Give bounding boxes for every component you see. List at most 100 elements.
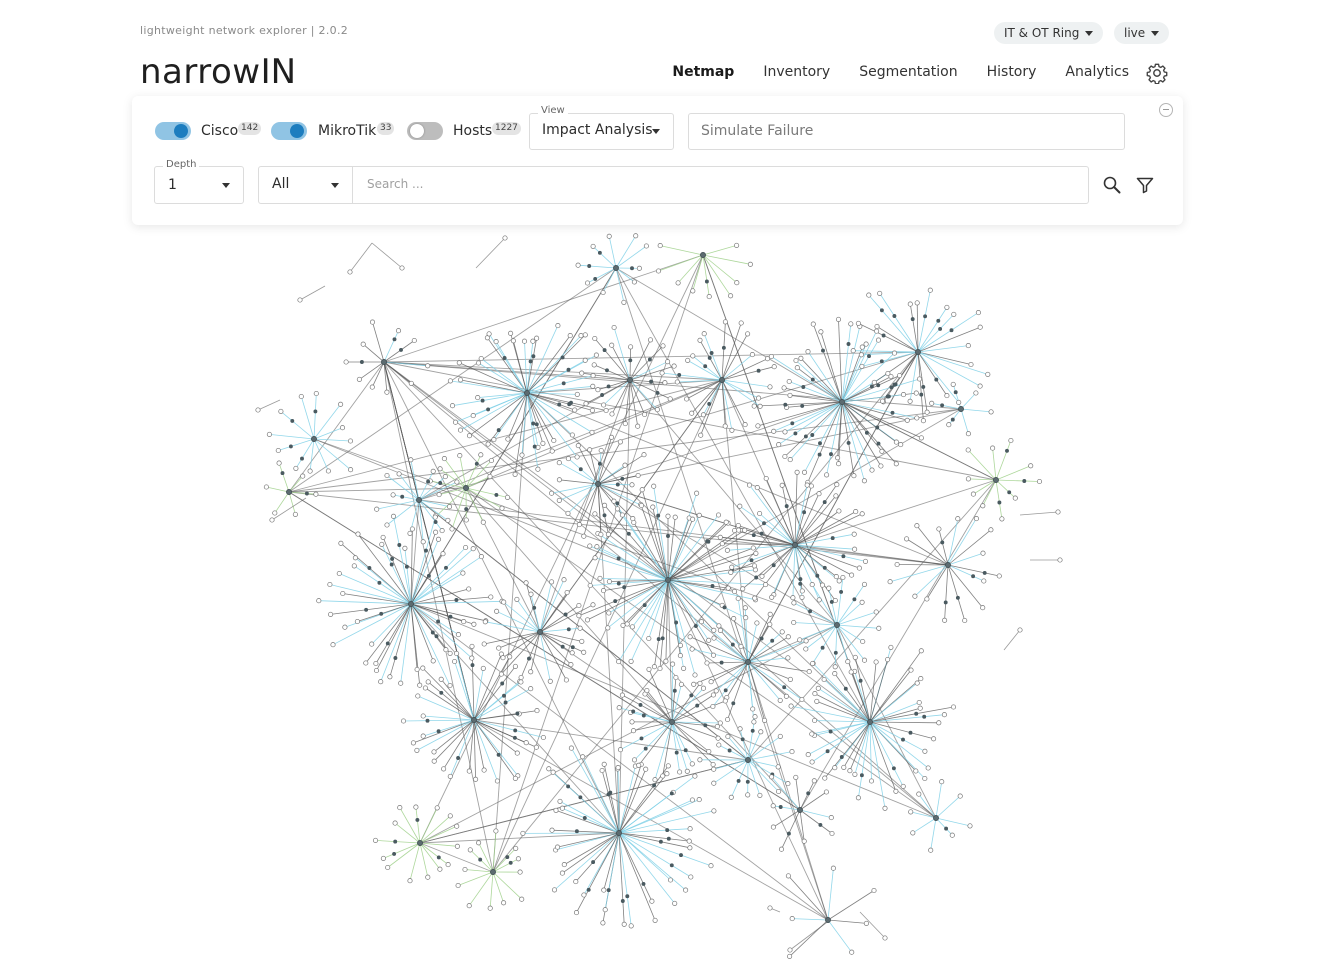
graph-node[interactable] — [967, 823, 973, 829]
graph-node[interactable] — [374, 506, 380, 512]
graph-node[interactable] — [591, 860, 596, 865]
graph-node[interactable] — [313, 409, 318, 414]
graph-node[interactable] — [621, 921, 627, 927]
graph-node[interactable] — [400, 494, 405, 499]
graph-node[interactable] — [853, 509, 859, 515]
graph-node[interactable] — [729, 427, 735, 433]
graph-node[interactable] — [620, 476, 625, 481]
graph-node[interactable] — [441, 766, 447, 772]
graph-node[interactable] — [787, 947, 793, 953]
graph-node[interactable] — [597, 250, 602, 255]
graph-node[interactable] — [448, 614, 453, 619]
graph-node[interactable] — [263, 484, 269, 490]
graph-node[interactable] — [593, 276, 598, 281]
graph-node[interactable] — [869, 467, 875, 473]
graph-node[interactable] — [630, 728, 637, 734]
graph-node[interactable] — [783, 693, 789, 699]
graph-node[interactable] — [517, 678, 523, 685]
graph-node[interactable] — [493, 339, 499, 345]
graph-node[interactable] — [683, 887, 689, 893]
graph-node[interactable] — [695, 703, 700, 708]
graph-node[interactable] — [577, 625, 583, 631]
graph-node[interactable] — [849, 949, 855, 955]
graph-node[interactable] — [731, 588, 738, 595]
graph-node[interactable] — [876, 383, 881, 388]
graph-node[interactable] — [583, 401, 589, 407]
graph-node[interactable] — [951, 311, 957, 317]
graph-node[interactable] — [550, 769, 556, 775]
graph-node[interactable] — [814, 698, 820, 704]
graph-node[interactable] — [369, 384, 375, 390]
graph-node[interactable] — [819, 582, 826, 588]
graph-node[interactable] — [848, 669, 854, 675]
graph-node[interactable] — [757, 510, 763, 517]
graph-node[interactable] — [272, 510, 278, 516]
graph-node[interactable] — [793, 774, 799, 780]
graph-node[interactable] — [698, 619, 705, 625]
graph-node[interactable] — [997, 500, 1002, 505]
graph-node[interactable] — [455, 632, 461, 638]
graph-node[interactable] — [638, 761, 644, 768]
graph-node[interactable] — [444, 565, 448, 570]
graph-node[interactable] — [786, 378, 792, 385]
graph-node[interactable] — [743, 615, 749, 621]
graph-node[interactable] — [408, 601, 414, 607]
graph-node[interactable] — [457, 453, 463, 459]
mode-selector[interactable]: live — [1114, 22, 1170, 44]
graph-node[interactable] — [441, 456, 447, 462]
graph-node[interactable] — [343, 359, 349, 365]
graph-node[interactable] — [487, 473, 493, 480]
graph-node[interactable] — [852, 597, 857, 602]
graph-node[interactable] — [348, 467, 354, 473]
graph-node[interactable] — [594, 544, 600, 550]
graph-node[interactable] — [524, 390, 530, 396]
graph-node[interactable] — [313, 491, 319, 497]
graph-node[interactable] — [665, 763, 671, 769]
graph-node[interactable] — [787, 392, 793, 398]
graph-node[interactable] — [513, 728, 518, 733]
graph-node[interactable] — [573, 910, 580, 916]
graph-node[interactable] — [910, 317, 915, 322]
graph-node[interactable] — [378, 679, 384, 685]
nav-history[interactable]: History — [987, 64, 1037, 80]
graph-node[interactable] — [439, 528, 445, 534]
graph-node[interactable] — [891, 350, 898, 356]
graph-node[interactable] — [638, 502, 645, 509]
graph-node[interactable] — [778, 846, 785, 852]
graph-node[interactable] — [500, 681, 505, 686]
graph-node[interactable] — [876, 441, 881, 446]
graph-node[interactable] — [617, 747, 624, 753]
graph-node[interactable] — [834, 482, 840, 488]
graph-node[interactable] — [393, 839, 398, 844]
nav-netmap[interactable]: Netmap — [672, 64, 734, 80]
graph-node[interactable] — [692, 773, 698, 779]
graph-node[interactable] — [425, 874, 431, 880]
graph-node[interactable] — [878, 463, 884, 469]
graph-node[interactable] — [589, 429, 595, 435]
graph-node[interactable] — [717, 534, 723, 540]
graph-node[interactable] — [535, 466, 541, 472]
graph-node[interactable] — [716, 742, 722, 748]
graph-node[interactable] — [980, 550, 986, 556]
graph-node[interactable] — [590, 602, 596, 608]
graph-node[interactable] — [628, 923, 634, 929]
graph-node[interactable] — [643, 766, 649, 772]
graph-node[interactable] — [925, 765, 931, 771]
graph-node[interactable] — [855, 795, 861, 801]
graph-node[interactable] — [767, 384, 773, 390]
graph-node[interactable] — [470, 413, 476, 419]
graph-node[interactable] — [833, 650, 838, 655]
graph-node[interactable] — [833, 493, 839, 499]
graph-node[interactable] — [889, 385, 894, 390]
graph-node[interactable] — [496, 428, 501, 433]
graph-node[interactable] — [480, 519, 486, 525]
graph-node[interactable] — [913, 768, 919, 774]
graph-node[interactable] — [392, 337, 397, 342]
graph-node[interactable] — [713, 688, 719, 694]
graph-node[interactable] — [809, 582, 815, 588]
graph-node[interactable] — [715, 735, 721, 741]
graph-node[interactable] — [873, 609, 879, 615]
graph-node[interactable] — [600, 588, 607, 594]
graph-node[interactable] — [415, 693, 421, 699]
graph-node[interactable] — [591, 362, 597, 368]
